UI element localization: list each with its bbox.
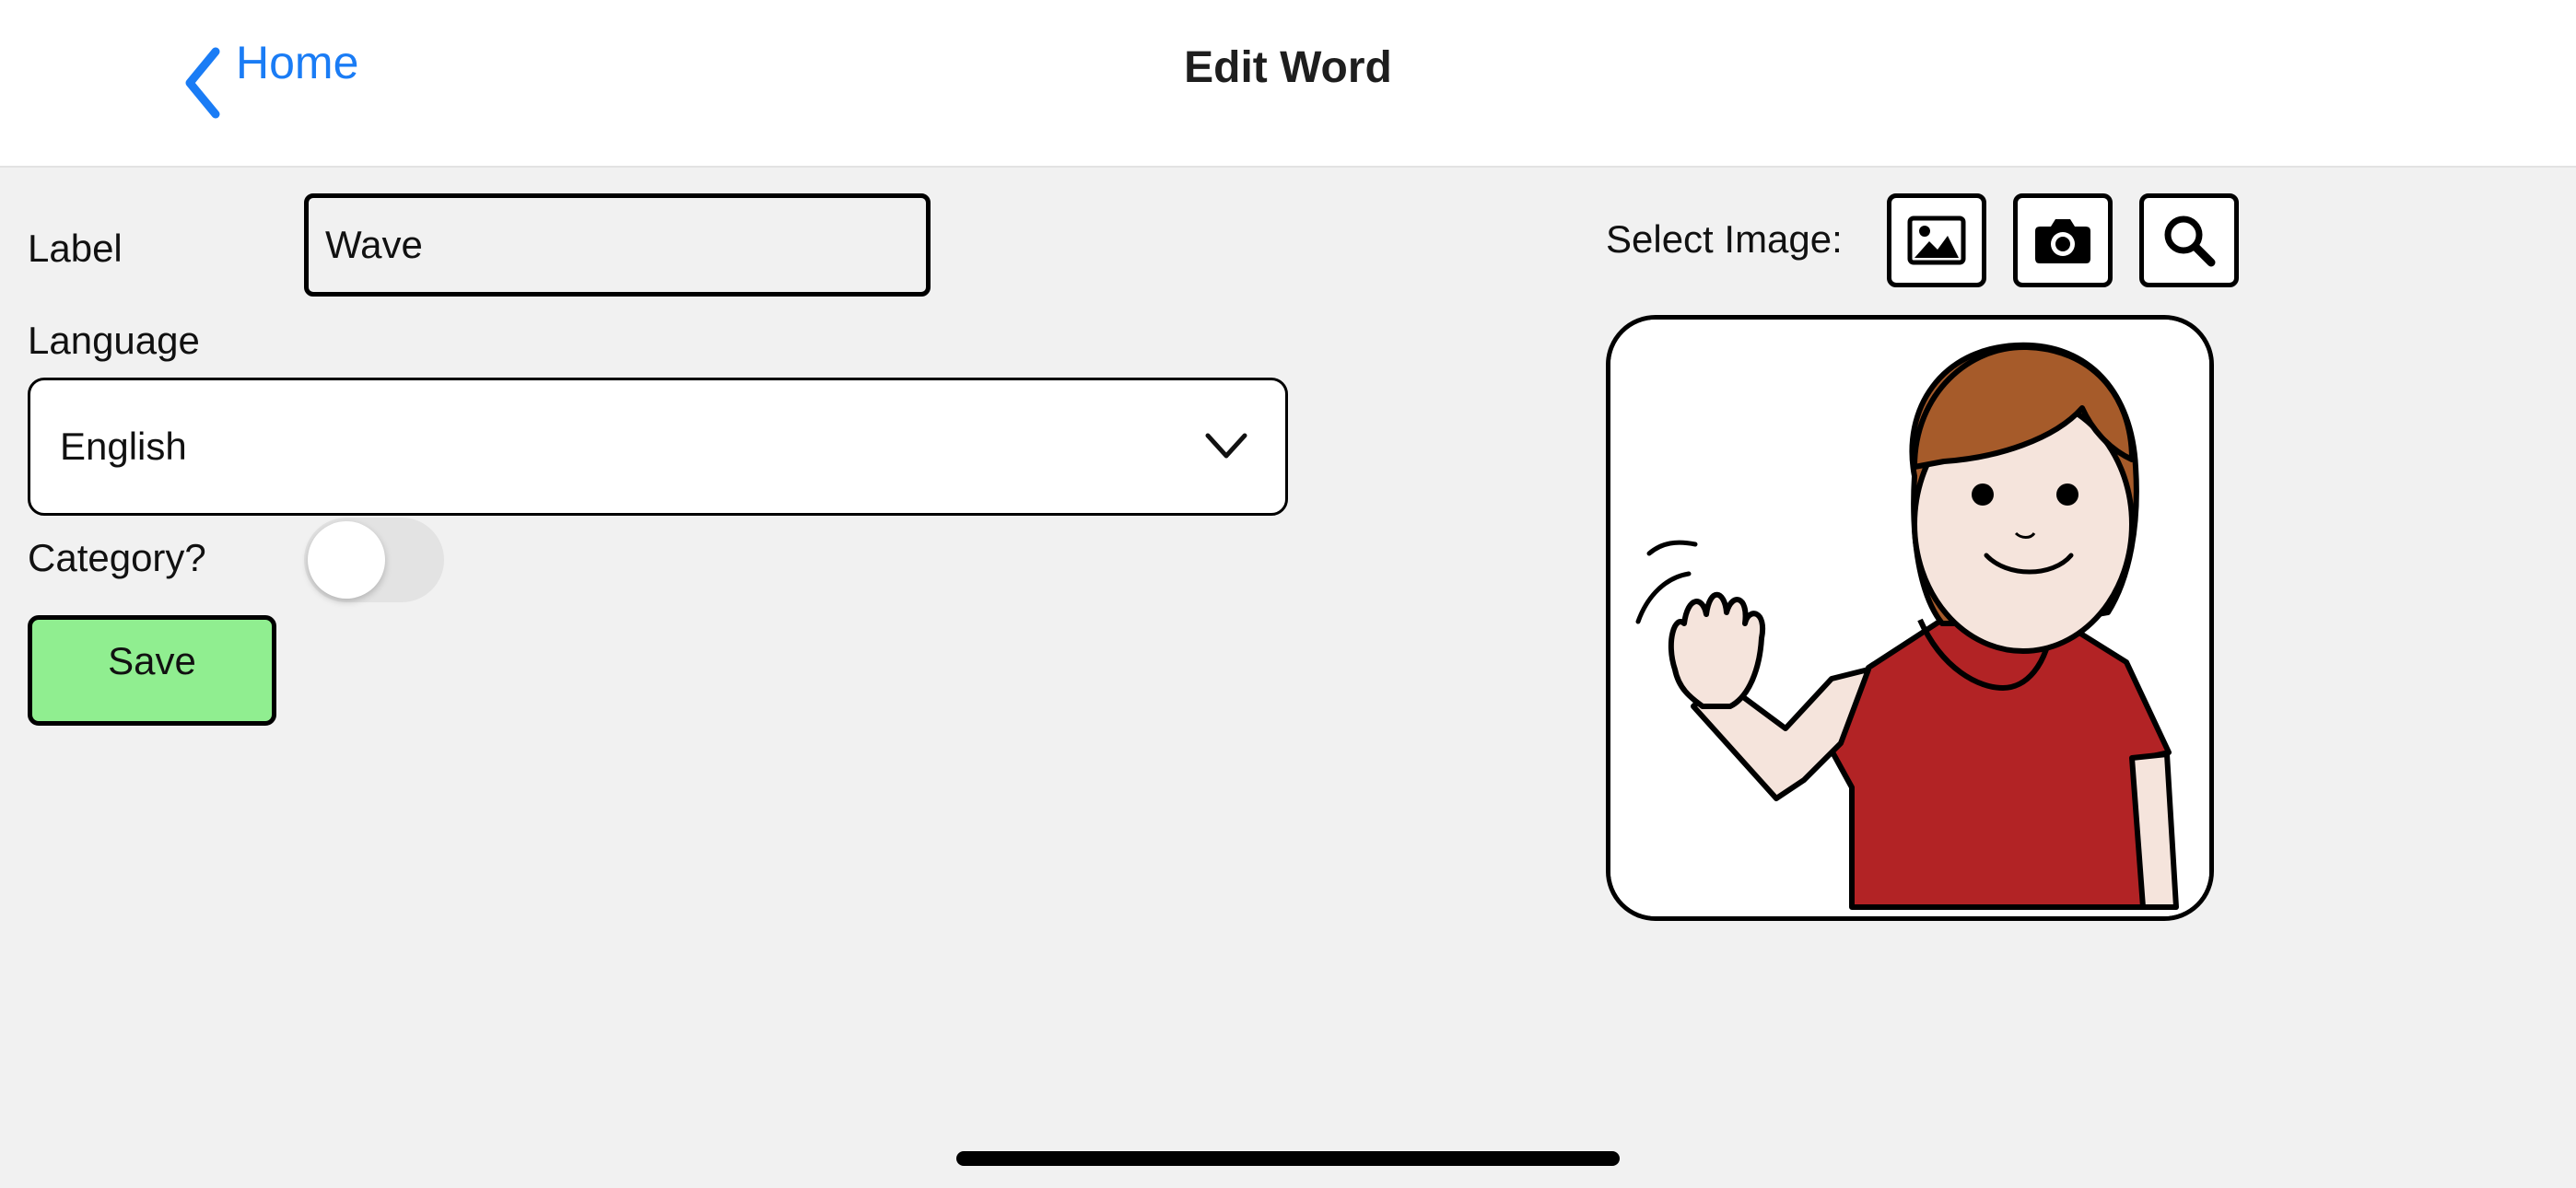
chevron-down-icon [1205,433,1247,459]
selected-image-preview [1606,315,2214,921]
navigation-bar: Home Edit Word [0,0,2576,168]
language-select[interactable]: English [28,378,1288,516]
camera-button[interactable] [2013,193,2113,287]
search-image-button[interactable] [2139,193,2239,287]
photo-library-icon [1907,215,1966,265]
category-field-label: Category? [28,536,206,579]
language-selected-value: English [60,425,187,468]
language-field-label: Language [28,319,200,362]
toggle-knob [308,521,385,599]
wave-symbol-picture [1610,320,2209,916]
category-toggle[interactable] [304,518,444,602]
search-icon [2164,215,2216,267]
select-image-label: Select Image: [1606,217,1843,261]
page-title: Edit Word [1184,43,1392,92]
label-input[interactable] [304,193,931,297]
save-button[interactable]: Save [28,615,276,726]
camera-icon [2035,219,2090,263]
photo-library-button[interactable] [1887,193,1986,287]
edit-word-screen: Home Edit Word Label Language English Ca… [0,0,2576,1188]
label-field-label: Label [28,227,123,270]
home-indicator[interactable] [956,1151,1620,1166]
